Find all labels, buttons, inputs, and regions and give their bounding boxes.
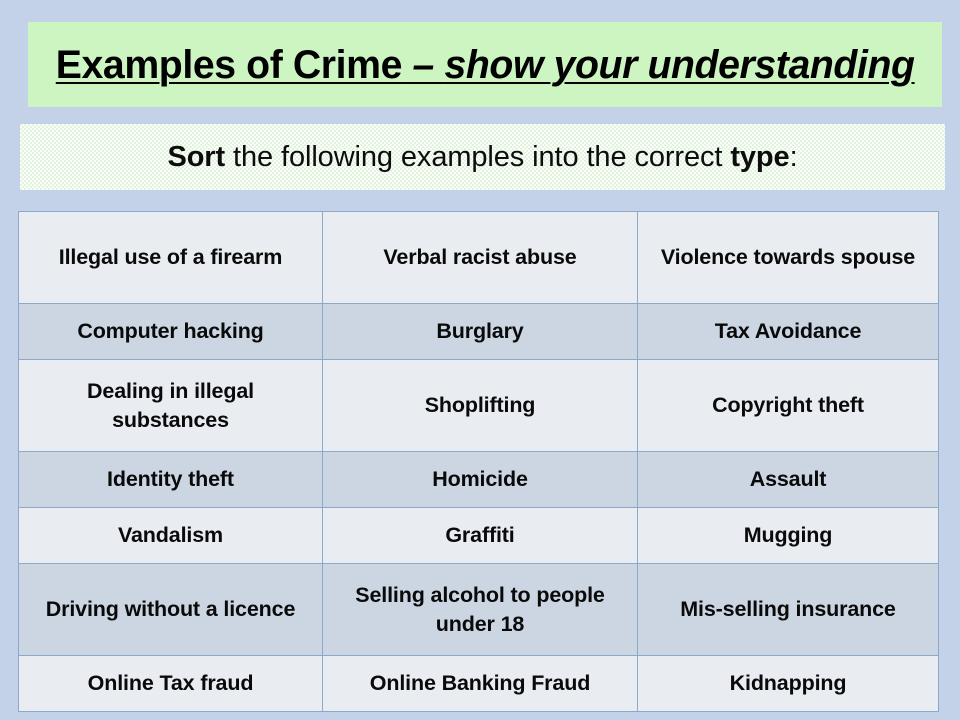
- instruction-banner: Sort the following examples into the cor…: [20, 124, 945, 190]
- crime-cell[interactable]: Assault: [637, 451, 939, 508]
- crime-cell[interactable]: Driving without a licence: [18, 563, 323, 656]
- title-banner: Examples of Crime – show your understand…: [28, 22, 942, 107]
- table-row: Driving without a licence Selling alcohol…: [18, 563, 939, 656]
- table-row: Vandalism Graffiti Mugging: [18, 507, 939, 564]
- instruction-text: Sort the following examples into the cor…: [167, 141, 797, 174]
- title-main-text: Examples of Crime: [55, 42, 403, 87]
- crime-cell[interactable]: Mis-selling insurance: [637, 563, 939, 656]
- instruction-trailing-word: type: [730, 140, 790, 173]
- crime-cell[interactable]: Kidnapping: [637, 655, 939, 712]
- table-row: Online Tax fraud Online Banking Fraud Kidn…: [18, 655, 939, 712]
- page-title: Examples of Crime – show your understand…: [56, 44, 915, 86]
- crime-cell[interactable]: Tax Avoidance: [637, 303, 939, 360]
- crime-cell[interactable]: Dealing in illegal substances: [18, 359, 323, 452]
- crime-cell[interactable]: Burglary: [322, 303, 638, 360]
- crime-cell[interactable]: Computer hacking: [18, 303, 323, 360]
- table-row: Computer hacking Burglary Tax Avoidance: [18, 303, 939, 360]
- crime-table-body: Illegal use of a firearm Verbal racist ab…: [18, 211, 939, 712]
- crime-cell[interactable]: Identity theft: [18, 451, 323, 508]
- instruction-middle-text: the following examples into the correct: [225, 140, 731, 173]
- crime-cell[interactable]: Selling alcohol to people under 18: [322, 563, 638, 656]
- crime-cell[interactable]: Homicide: [322, 451, 638, 508]
- crime-cell[interactable]: Violence towards spouse: [637, 211, 939, 304]
- crime-cell[interactable]: Mugging: [637, 507, 939, 564]
- table-row: Identity theft Homicide Assault: [18, 451, 939, 508]
- crime-cell[interactable]: Illegal use of a firearm: [18, 211, 323, 304]
- instruction-lead-word: Sort: [167, 140, 226, 173]
- crime-cell[interactable]: Verbal racist abuse: [322, 211, 638, 304]
- title-emphasis-text: show your understanding: [444, 42, 915, 87]
- table-row: Illegal use of a firearm Verbal racist ab…: [18, 211, 939, 304]
- table-row: Dealing in illegal substances Shoplifting…: [18, 359, 939, 452]
- crime-cell[interactable]: Online Tax fraud: [18, 655, 323, 712]
- crime-cell[interactable]: Online Banking Fraud: [322, 655, 638, 712]
- crime-cell[interactable]: Shoplifting: [322, 359, 638, 452]
- crime-examples-table: Illegal use of a firearm Verbal racist ab…: [18, 211, 939, 712]
- crime-cell[interactable]: Copyright theft: [637, 359, 939, 452]
- crime-cell[interactable]: Graffiti: [322, 507, 638, 564]
- instruction-colon: :: [789, 140, 798, 173]
- crime-cell[interactable]: Vandalism: [18, 507, 323, 564]
- title-separator: –: [401, 42, 445, 87]
